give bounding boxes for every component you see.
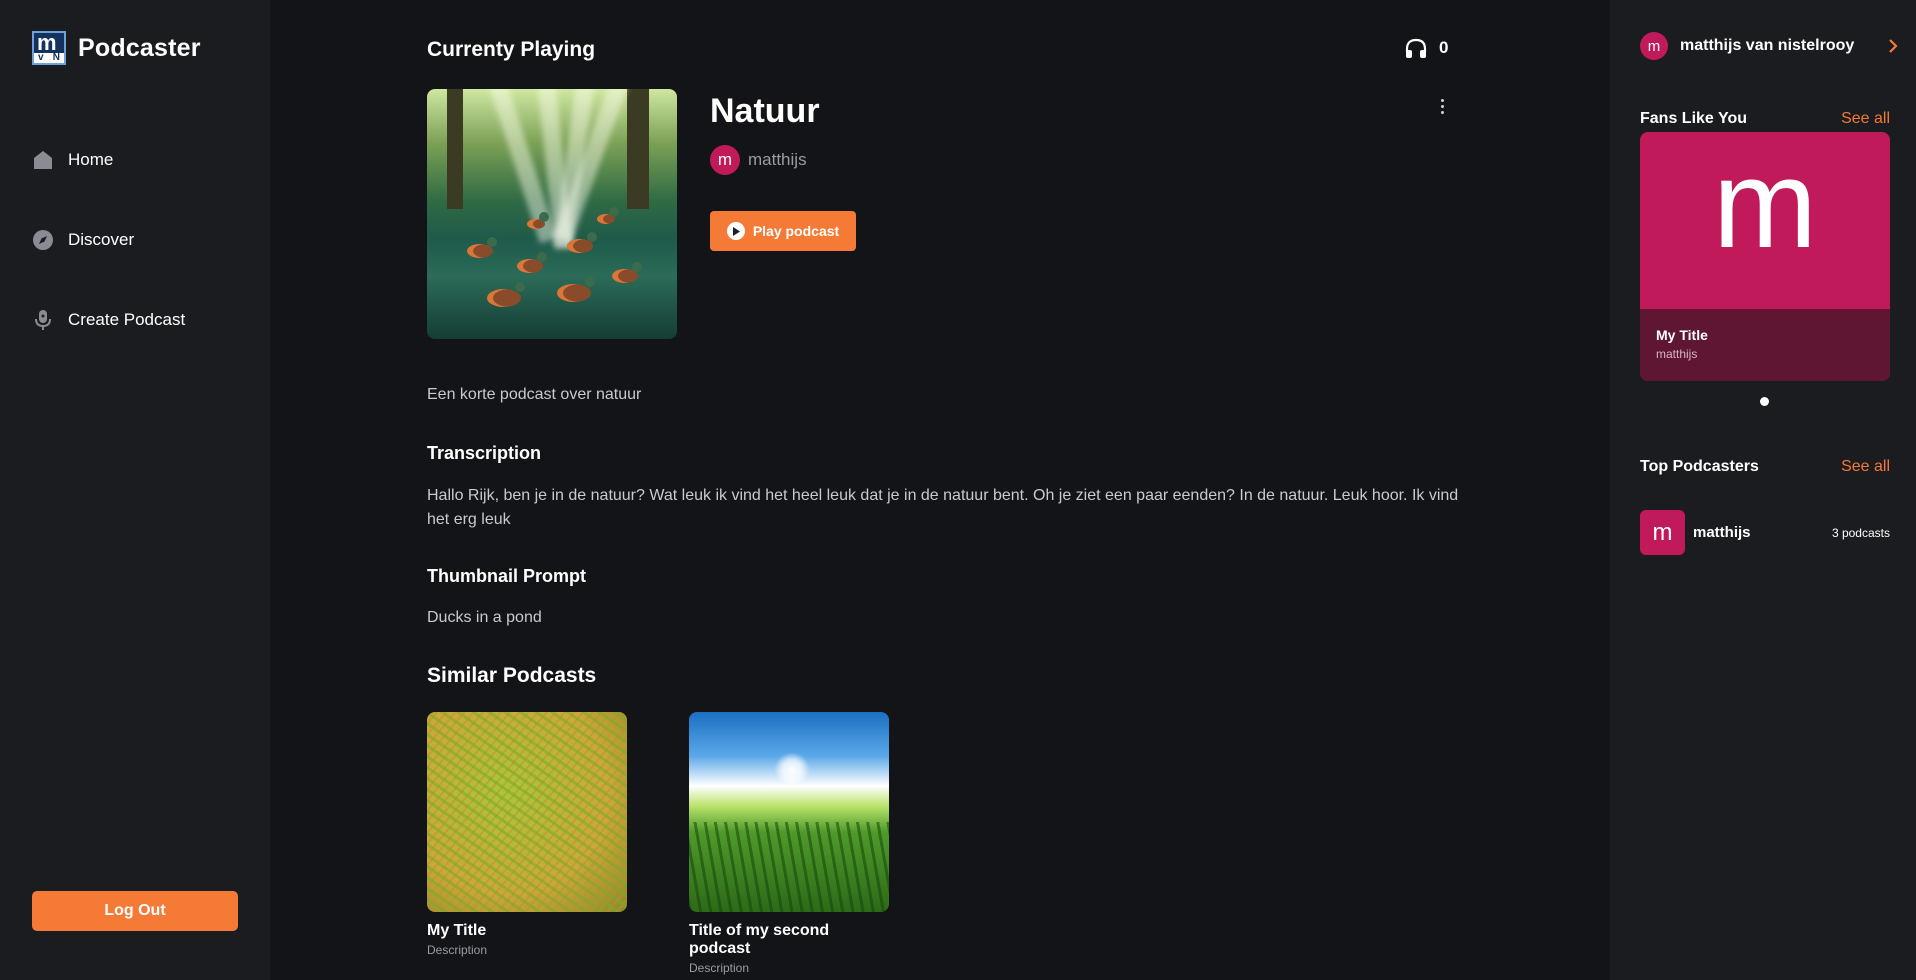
fan-card-title: My Title: [1656, 327, 1708, 343]
top-podcasters-heading: Top Podcasters: [1640, 458, 1759, 475]
play-podcast-button[interactable]: Play podcast: [710, 211, 856, 251]
thumbnail-prompt-heading: Thumbnail Prompt: [427, 566, 586, 586]
author-name: matthijs: [748, 150, 807, 169]
podcast-author[interactable]: m matthijs: [710, 145, 807, 175]
similar-podcast-card[interactable]: My Title Description: [427, 712, 627, 957]
similar-podcast-thumbnail: [427, 712, 627, 912]
fan-card-author: matthijs: [1656, 347, 1698, 361]
fan-card[interactable]: m My Title matthijs: [1640, 132, 1890, 381]
top-podcaster-row[interactable]: m matthijs 3 podcasts: [1640, 510, 1890, 555]
podcaster-name: matthijs: [1693, 524, 1751, 541]
main-content: Currenty Playing 0 Natuur m matthijs Pla…: [270, 0, 1610, 980]
headphones-icon: [1405, 38, 1427, 58]
user-profile[interactable]: m matthijs van nistelrooy: [1640, 32, 1900, 60]
similar-podcast-card[interactable]: Title of my second podcast Description: [689, 712, 889, 975]
fan-card-letter: m: [1712, 135, 1818, 274]
transcription-text: Hallo Rijk, ben je in de natuur? Wat leu…: [427, 487, 1459, 528]
podcaster-count: 3 podcasts: [1831, 525, 1890, 540]
similar-podcast-description: Description: [689, 961, 750, 975]
nav-item-create-podcast[interactable]: Create Podcast: [32, 305, 185, 335]
similar-podcast-title: My Title: [427, 922, 487, 939]
more-options-icon[interactable]: [1435, 96, 1449, 116]
top-podcasters-see-all-link[interactable]: See all: [1841, 458, 1890, 476]
play-icon: [726, 222, 745, 240]
user-name: matthijs van nistelrooy: [1680, 37, 1855, 54]
nav-label-discover: Discover: [68, 230, 135, 249]
microphone-icon: [32, 309, 54, 331]
brand[interactable]: m v N Podcaster: [32, 31, 201, 65]
app-name: Podcaster: [78, 33, 201, 62]
compass-icon: [32, 229, 54, 251]
similar-podcasts-heading: Similar Podcasts: [427, 664, 597, 687]
nav-label-create-podcast: Create Podcast: [68, 310, 186, 329]
podcast-cover-image: [427, 89, 677, 339]
podcaster-avatar: m: [1640, 510, 1685, 555]
podcast-title: Natuur: [710, 92, 820, 130]
similar-podcast-title: Title of my second podcast: [689, 922, 830, 957]
main-nav: Home Discover Create Podcast: [32, 145, 185, 385]
fans-see-all-link[interactable]: See all: [1841, 110, 1890, 128]
transcription-heading: Transcription: [427, 443, 542, 463]
nav-item-home[interactable]: Home: [32, 145, 185, 175]
logout-button[interactable]: Log Out: [32, 891, 238, 931]
logo-letter-v: v: [38, 52, 44, 63]
listen-count-value: 0: [1439, 38, 1449, 57]
user-avatar: m: [1640, 32, 1668, 60]
carousel-dot[interactable]: [1760, 397, 1769, 406]
nav-item-discover[interactable]: Discover: [32, 225, 185, 255]
similar-podcast-thumbnail: [689, 712, 889, 912]
app-logo: m v N: [32, 31, 66, 65]
left-sidebar: m v N Podcaster Home Discover Create Pod…: [0, 0, 270, 980]
chevron-right-icon[interactable]: [1886, 39, 1900, 53]
similar-podcast-description: Description: [427, 943, 488, 957]
nav-label-home: Home: [68, 150, 114, 169]
currently-playing-heading: Currenty Playing: [427, 38, 596, 61]
home-icon: [32, 149, 54, 171]
author-avatar: m: [710, 145, 740, 175]
fan-card-info: My Title matthijs: [1640, 309, 1890, 381]
listen-count: 0: [1405, 38, 1448, 58]
thumbnail-prompt-text: Ducks in a pond: [427, 609, 542, 626]
podcast-description: Een korte podcast over natuur: [427, 386, 642, 403]
logo-letter-n: N: [52, 52, 60, 63]
fans-like-you-heading: Fans Like You: [1640, 110, 1747, 127]
right-panel: m matthijs van nistelrooy Fans Like You …: [1610, 0, 1916, 980]
play-podcast-label: Play podcast: [752, 223, 840, 239]
